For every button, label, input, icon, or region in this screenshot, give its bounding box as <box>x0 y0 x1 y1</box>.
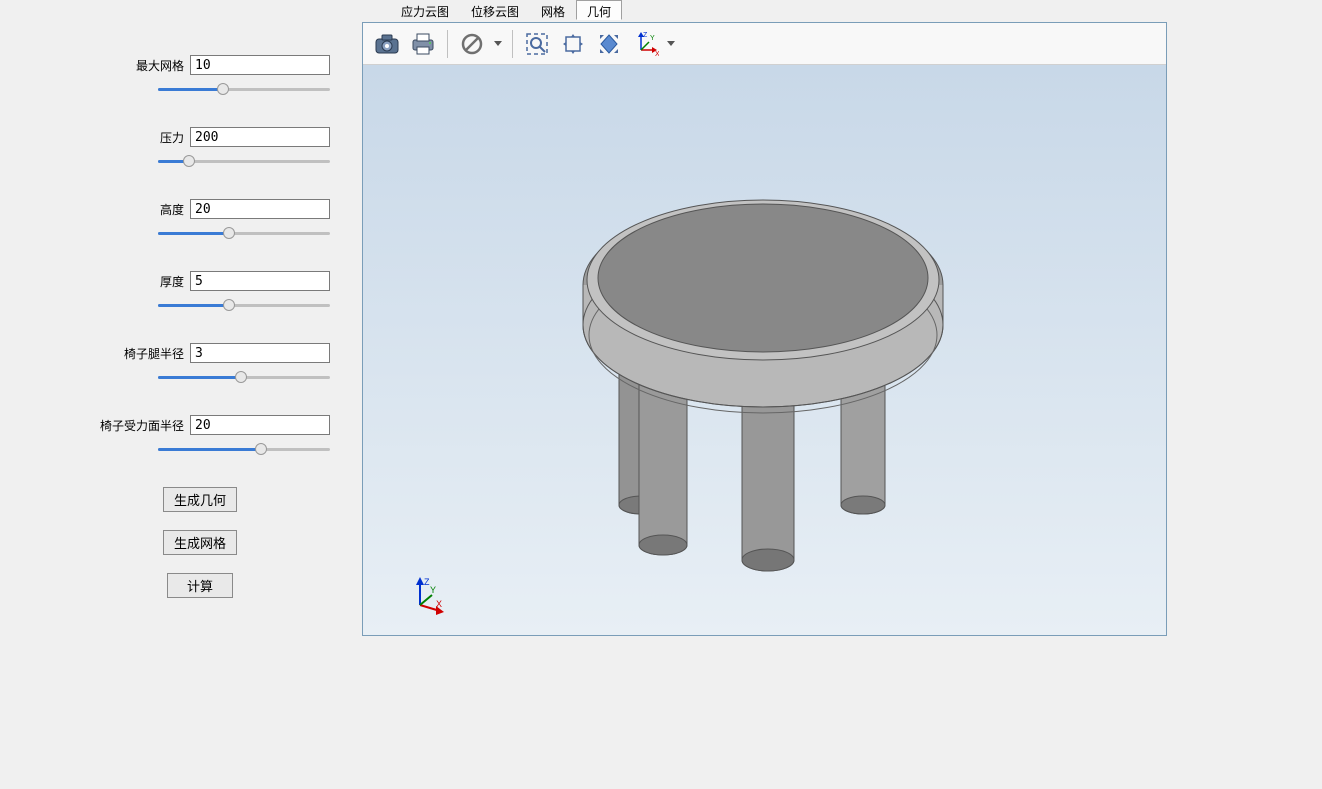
tab-bar: 应力云图 位移云图 网格 几何 <box>360 0 1322 20</box>
no-symbol-icon[interactable] <box>456 28 488 60</box>
height-input[interactable] <box>190 199 330 219</box>
dropdown-icon[interactable] <box>492 28 504 60</box>
height-slider[interactable] <box>158 225 330 243</box>
visualization-panel: 应力云图 位移云图 网格 几何 <box>360 0 1322 789</box>
generate-geometry-button[interactable]: 生成几何 <box>163 487 237 512</box>
svg-text:Z: Z <box>643 32 648 39</box>
param-height: 高度 <box>70 199 330 243</box>
viewport-frame: X Y Z <box>362 22 1167 636</box>
param-label: 厚度 <box>160 273 184 290</box>
thickness-input[interactable] <box>190 271 330 291</box>
generate-mesh-button[interactable]: 生成网格 <box>163 530 237 555</box>
param-label: 椅子受力面半径 <box>100 417 184 434</box>
param-label: 压力 <box>160 129 184 146</box>
svg-text:X: X <box>655 51 659 58</box>
param-label: 椅子腿半径 <box>124 345 184 362</box>
param-label: 最大网格 <box>136 57 184 74</box>
viewport-toolbar: X Y Z <box>363 23 1166 65</box>
svg-text:Y: Y <box>430 585 436 595</box>
param-max-mesh: 最大网格 <box>70 55 330 99</box>
leg-radius-input[interactable] <box>190 343 330 363</box>
stool-geometry <box>363 65 1163 635</box>
param-pressure: 压力 <box>70 127 330 171</box>
force-radius-input[interactable] <box>190 415 330 435</box>
pan-icon[interactable] <box>557 28 589 60</box>
tab-geometry[interactable]: 几何 <box>576 0 622 20</box>
pressure-slider[interactable] <box>158 153 330 171</box>
printer-icon[interactable] <box>407 28 439 60</box>
toolbar-separator <box>512 30 513 58</box>
tab-mesh[interactable]: 网格 <box>530 0 576 20</box>
svg-text:Y: Y <box>650 35 655 42</box>
fit-view-icon[interactable] <box>593 28 625 60</box>
thickness-slider[interactable] <box>158 297 330 315</box>
camera-icon[interactable] <box>371 28 403 60</box>
action-buttons: 生成几何 生成网格 计算 <box>70 487 330 598</box>
dropdown-icon[interactable] <box>665 28 677 60</box>
tab-stress-cloud[interactable]: 应力云图 <box>390 0 460 20</box>
param-leg-radius: 椅子腿半径 <box>70 343 330 387</box>
tab-displacement-cloud[interactable]: 位移云图 <box>460 0 530 20</box>
svg-text:X: X <box>436 599 442 609</box>
axis-view-icon[interactable]: X Y Z <box>629 28 661 60</box>
force-radius-slider[interactable] <box>158 441 330 459</box>
param-force-radius: 椅子受力面半径 <box>70 415 330 459</box>
axis-indicator: Z X Y <box>408 575 448 615</box>
leg-radius-slider[interactable] <box>158 369 330 387</box>
parameter-panel: 最大网格 压力 <box>0 0 360 789</box>
max-mesh-input[interactable] <box>190 55 330 75</box>
pressure-input[interactable] <box>190 127 330 147</box>
param-label: 高度 <box>160 201 184 218</box>
param-thickness: 厚度 <box>70 271 330 315</box>
max-mesh-slider[interactable] <box>158 81 330 99</box>
zoom-area-icon[interactable] <box>521 28 553 60</box>
3d-viewport[interactable]: Z X Y <box>363 65 1166 635</box>
toolbar-separator <box>447 30 448 58</box>
compute-button[interactable]: 计算 <box>167 573 233 598</box>
